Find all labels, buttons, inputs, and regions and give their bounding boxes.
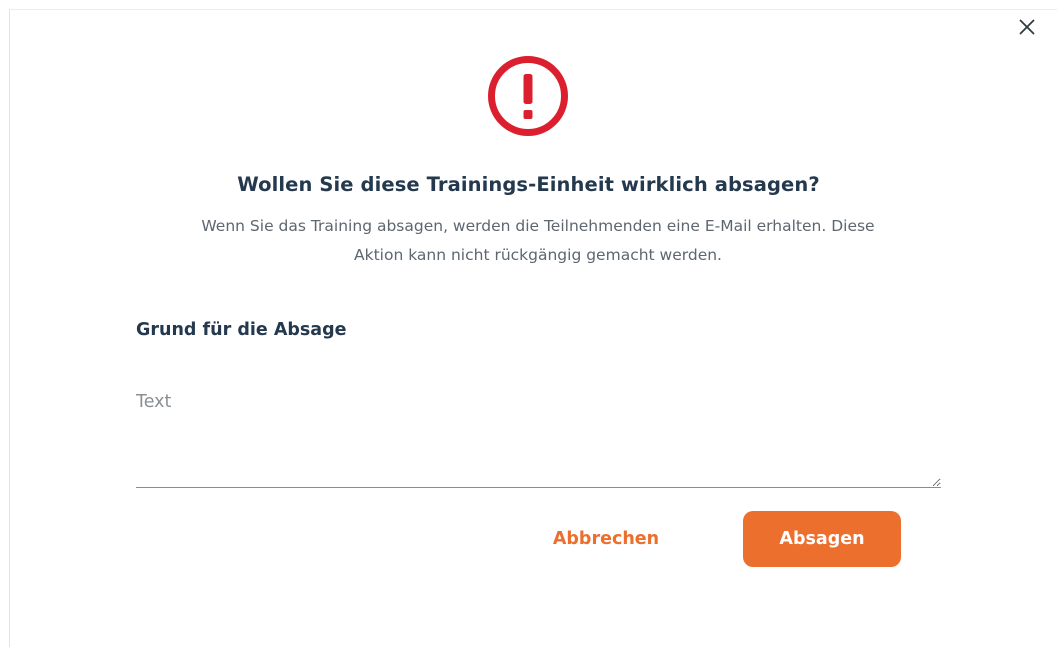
close-button[interactable] [1016,16,1038,38]
confirm-cancel-training-button[interactable]: Absagen [743,511,901,567]
warning-icon [488,56,568,136]
dialog-title: Wollen Sie diese Trainings-Einheit wirkl… [237,173,820,196]
reason-textarea[interactable] [136,384,941,488]
dialog-description: Wenn Sie das Training absagen, werden di… [201,217,875,264]
close-icon [1019,19,1035,35]
cancel-button[interactable]: Abbrechen [536,520,676,558]
reason-label: Grund für die Absage [136,320,347,340]
